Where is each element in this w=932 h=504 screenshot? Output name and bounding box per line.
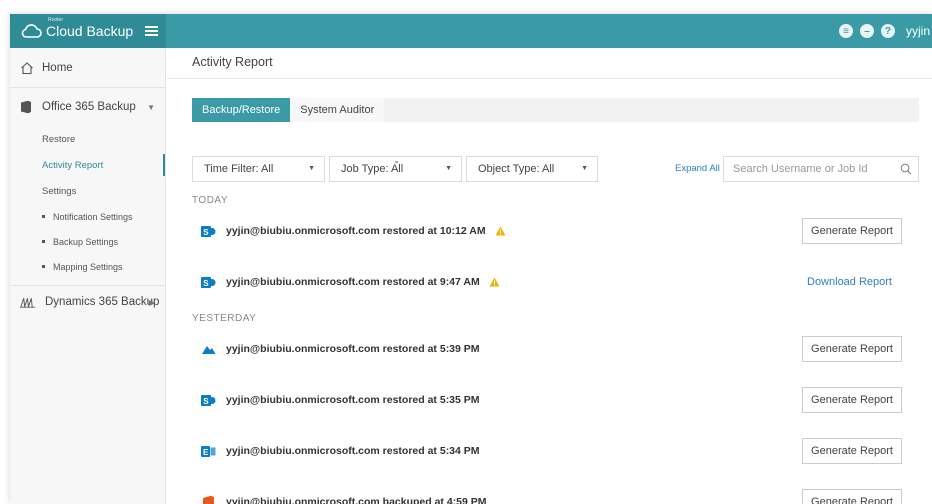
office-icon [203, 495, 214, 504]
activity-text: yyjin@biubiu.onmicrosoft.com restored at… [226, 225, 486, 237]
list-item: S yyjin@biubiu.onmicrosoft.com restored … [201, 269, 919, 295]
bullet-icon [42, 240, 45, 243]
activity-text: yyjin@biubiu.onmicrosoft.com restored at… [226, 276, 480, 288]
tab-system-auditor[interactable]: System Auditor [290, 98, 385, 122]
search-icon[interactable] [900, 163, 912, 175]
chat-icon[interactable]: ≡ [838, 24, 853, 38]
chevron-right-icon: ▶ [148, 297, 155, 307]
app-window: Rooter Cloud Backup ≡ – ? yyjin Home Off… [10, 14, 932, 504]
generate-report-button[interactable]: Generate Report [802, 438, 902, 464]
top-actions: ≡ – ? yyjin [838, 14, 932, 48]
job-type-select[interactable]: Job Type: All ▼ [329, 156, 462, 182]
dynamics-icon [20, 298, 35, 308]
time-filter-select[interactable]: Time Filter: All ▼ [192, 156, 325, 182]
home-icon [21, 61, 33, 74]
sidebar-item-dynamics-365-backup[interactable]: Dynamics 365 Backup ▶ [10, 286, 165, 318]
filter-bar: Time Filter: All ▼ Job Type: All ▼ Objec… [192, 156, 919, 182]
sidebar-item-label: Backup Settings [53, 236, 119, 247]
list-item: E yyjin@biubiu.onmicrosoft.com restored … [201, 438, 919, 464]
page-title: Activity Report [167, 48, 932, 79]
activity-text: yyjin@biubiu.onmicrosoft.com restored at… [226, 343, 480, 355]
chevron-down-icon: ▼ [147, 102, 155, 112]
minus-icon[interactable]: – [859, 24, 874, 38]
onedrive-icon [202, 345, 216, 354]
activity-text: yyjin@biubiu.onmicrosoft.com backuped at… [226, 496, 487, 504]
svg-text:S: S [203, 279, 209, 288]
svg-text:S: S [203, 228, 209, 237]
sidebar-item-label: Home [42, 61, 73, 74]
brand-small-text: Rooter [48, 17, 64, 23]
activity-text: yyjin@biubiu.onmicrosoft.com restored at… [226, 394, 480, 406]
select-value: Job Type: All [341, 163, 404, 175]
sidebar-item-mapping-settings[interactable]: Mapping Settings [10, 254, 165, 279]
search-placeholder: Search Username or Job Id [733, 163, 868, 175]
generate-report-button[interactable]: Generate Report [802, 387, 902, 413]
download-report-link[interactable]: Download Report [807, 269, 892, 295]
section-yesterday: YESTERDAY [192, 313, 257, 324]
expand-all-link[interactable]: Expand All [675, 156, 720, 182]
sidebar-item-backup-settings[interactable]: Backup Settings [10, 229, 165, 254]
select-value: Time Filter: All [204, 163, 274, 175]
divider-mark [395, 161, 398, 163]
office-icon [21, 100, 31, 114]
sidebar: Home Office 365 Backup ▼ Restore Activit… [10, 48, 166, 504]
sidebar-item-activity-report[interactable]: Activity Report [10, 152, 165, 178]
hamburger-menu-icon[interactable] [145, 26, 159, 36]
sidebar-item-label: Mapping Settings [53, 261, 123, 272]
list-item: S yyjin@biubiu.onmicrosoft.com restored … [201, 387, 919, 413]
object-type-select[interactable]: Object Type: All ▼ [466, 156, 598, 182]
sharepoint-icon: S [201, 225, 216, 237]
tab-backup-restore[interactable]: Backup/Restore [192, 98, 291, 122]
exchange-icon: E [201, 445, 216, 457]
generate-report-button[interactable]: Generate Report [802, 218, 902, 244]
sidebar-item-notification-settings[interactable]: Notification Settings [10, 204, 165, 229]
help-icon[interactable]: ? [880, 24, 895, 38]
sidebar-item-settings[interactable]: Settings [10, 178, 165, 204]
warning-icon [489, 277, 500, 287]
brand-name: Rooter Cloud Backup [46, 17, 134, 39]
select-value: Object Type: All [478, 163, 555, 175]
section-today: TODAY [192, 195, 229, 206]
chevron-down-icon: ▼ [445, 165, 452, 172]
svg-text:E: E [203, 448, 209, 457]
bullet-icon [42, 265, 45, 268]
sidebar-item-label: Office 365 Backup [42, 101, 136, 113]
top-bar: Rooter Cloud Backup ≡ – ? yyjin [10, 14, 932, 48]
generate-report-button[interactable]: Generate Report [802, 489, 902, 504]
sidebar-item-home[interactable]: Home [10, 48, 165, 88]
sidebar-item-label: Notification Settings [53, 211, 133, 222]
user-menu[interactable]: yyjin [906, 24, 930, 38]
list-item: yyjin@biubiu.onmicrosoft.com backuped at… [201, 489, 919, 504]
sidebar-item-label: Dynamics 365 Backup [45, 296, 160, 308]
sharepoint-icon: S [201, 276, 216, 288]
bullet-icon [42, 215, 45, 218]
activity-text: yyjin@biubiu.onmicrosoft.com restored at… [226, 445, 480, 457]
sharepoint-icon: S [201, 394, 216, 406]
brand[interactable]: Rooter Cloud Backup [10, 14, 166, 48]
cloud-icon [21, 24, 42, 38]
tab-bar: Backup/Restore System Auditor [192, 98, 919, 122]
sidebar-item-office-365-backup[interactable]: Office 365 Backup ▼ [10, 88, 165, 126]
main-content: Activity Report Backup/Restore System Au… [167, 48, 932, 504]
search-input[interactable]: Search Username or Job Id [723, 156, 919, 182]
generate-report-button[interactable]: Generate Report [802, 336, 902, 362]
svg-text:S: S [203, 397, 209, 406]
list-item: yyjin@biubiu.onmicrosoft.com restored at… [201, 336, 919, 362]
warning-icon [495, 226, 506, 236]
sidebar-item-restore[interactable]: Restore [10, 126, 165, 152]
list-item: S yyjin@biubiu.onmicrosoft.com restored … [201, 218, 919, 244]
chevron-down-icon: ▼ [581, 165, 588, 172]
chevron-down-icon: ▼ [308, 165, 315, 172]
brand-label: Cloud Backup [46, 23, 134, 39]
